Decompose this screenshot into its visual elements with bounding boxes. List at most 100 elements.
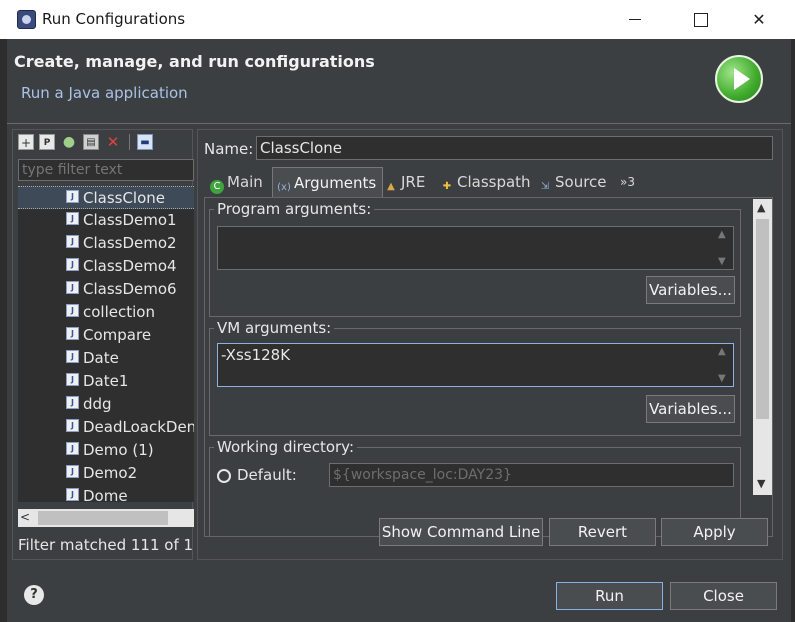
java-app-icon: J — [66, 488, 79, 501]
list-item-label: ClassDemo1 — [83, 211, 177, 229]
tab-more[interactable]: »3 — [620, 167, 635, 197]
list-item[interactable]: J DeadLoackDen — [18, 416, 194, 439]
tab-classpath[interactable]: ✚ Classpath — [440, 167, 531, 197]
eclipse-run-icon — [17, 10, 36, 29]
list-item[interactable]: J ClassDemo1 — [18, 209, 194, 232]
tab-vertical-scrollbar[interactable]: ▲ ▼ — [753, 199, 772, 495]
toolbar-separator — [129, 134, 130, 150]
list-item[interactable]: J Compare — [18, 324, 194, 347]
list-item[interactable]: J ddg — [18, 393, 194, 416]
scroll-down-icon[interactable]: ▼ — [718, 256, 726, 267]
tab-jre[interactable]: ▲ JRE — [384, 167, 425, 197]
maximize-button[interactable] — [677, 0, 723, 39]
show-command-line-button[interactable]: Show Command Line — [379, 518, 543, 546]
program-arguments-label: Program arguments: — [214, 200, 375, 218]
arguments-tab-content: Program arguments: ▲ ▼ Variables... VM a… — [204, 197, 773, 537]
default-radio[interactable] — [217, 469, 231, 483]
arguments-tab-icon: (x) — [277, 182, 291, 193]
minimize-button[interactable] — [612, 0, 658, 39]
working-directory-field[interactable]: ${workspace_loc:DAY23} — [329, 463, 734, 487]
background-strip-left — [0, 39, 7, 622]
dialog-header: Create, manage, and run configurations R… — [7, 39, 791, 123]
filter-input[interactable] — [18, 159, 194, 181]
tab-label: Source — [555, 173, 607, 191]
scroll-down-icon[interactable]: ▼ — [718, 373, 726, 384]
working-directory-label: Working directory: — [214, 438, 358, 456]
delete-icon[interactable]: ✕ — [105, 134, 121, 150]
scroll-left-icon[interactable]: < — [20, 510, 30, 524]
tab-source[interactable]: ⇲ Source — [538, 167, 607, 197]
scroll-up-icon[interactable]: ▲ — [718, 229, 726, 240]
scrollbar-thumb[interactable] — [756, 219, 769, 419]
java-app-icon: J — [66, 304, 79, 317]
list-item[interactable]: J Date1 — [18, 370, 194, 393]
tab-scroll-area: Program arguments: ▲ ▼ Variables... VM a… — [205, 198, 751, 536]
program-variables-button[interactable]: Variables... — [646, 276, 735, 304]
java-app-icon: J — [66, 419, 79, 432]
scroll-up-icon[interactable]: ▲ — [718, 346, 726, 357]
run-button[interactable]: Run — [556, 582, 663, 610]
jre-tab-icon: ▲ — [387, 181, 395, 192]
new-prototype-icon[interactable]: P — [39, 134, 55, 150]
list-item[interactable]: J Dome — [18, 485, 194, 502]
revert-button[interactable]: Revert — [549, 518, 656, 546]
java-app-icon: J — [66, 235, 79, 248]
header-divider — [7, 123, 791, 124]
list-item[interactable]: J Demo (1) — [18, 439, 194, 462]
scrollbar-thumb[interactable] — [38, 511, 168, 525]
java-app-icon: J — [66, 396, 79, 409]
list-item-label: collection — [83, 303, 155, 321]
list-item[interactable]: J ClassDemo2 — [18, 232, 194, 255]
source-tab-icon: ⇲ — [540, 181, 550, 192]
vm-variables-button[interactable]: Variables... — [646, 395, 735, 423]
list-item-label: Demo2 — [83, 464, 138, 482]
list-item-label: ClassDemo6 — [83, 280, 177, 298]
background-strip-right — [791, 39, 795, 622]
list-item-label: Date — [83, 349, 119, 367]
list-item[interactable]: J ClassDemo4 — [18, 255, 194, 278]
collapse-all-icon[interactable]: ▬ — [137, 134, 153, 150]
tab-arguments[interactable]: (x) Arguments — [272, 167, 384, 197]
apply-button[interactable]: Apply — [661, 518, 768, 546]
list-item-label: Dome — [83, 487, 128, 502]
java-app-icon: J — [66, 258, 79, 271]
main-tab-icon: C — [210, 180, 224, 194]
tab-label: Arguments — [294, 174, 377, 192]
program-arguments-group: Program arguments: ▲ ▼ Variables... — [209, 200, 741, 317]
close-window-button[interactable]: ✕ — [736, 0, 782, 39]
name-label: Name: — [204, 140, 254, 158]
help-icon[interactable]: ? — [24, 585, 44, 605]
program-arguments-field[interactable]: ▲ ▼ — [217, 226, 734, 270]
copy-icon[interactable]: ▤ — [83, 134, 99, 150]
java-app-icon: J — [66, 212, 79, 225]
header-title: Create, manage, and run configurations — [14, 52, 375, 71]
default-label: Default: — [237, 466, 297, 484]
list-item[interactable]: J Date — [18, 347, 194, 370]
list-item-label: Compare — [83, 326, 152, 344]
scroll-down-icon[interactable]: ▼ — [757, 477, 765, 490]
textarea-scrollbar[interactable]: ▲ ▼ — [713, 344, 733, 386]
tab-label: Classpath — [457, 173, 531, 191]
configuration-list-panel: + P ● ▤ ✕ ▬ J ClassClone J ClassDemo1 J … — [12, 129, 194, 560]
configuration-editor-panel: Name: CMain (x)Arguments ▲ JRE ✚ Classpath… — [197, 129, 783, 560]
list-horizontal-scrollbar[interactable]: < — [18, 509, 194, 527]
configuration-list: J ClassClone J ClassDemo1 J ClassDemo2 J… — [18, 186, 194, 502]
run-launch-icon — [715, 55, 763, 103]
close-button[interactable]: Close — [670, 582, 777, 610]
name-field[interactable] — [256, 136, 773, 160]
scroll-up-icon[interactable]: ▲ — [757, 201, 765, 214]
list-item[interactable]: J ClassDemo6 — [18, 278, 194, 301]
vm-arguments-field[interactable]: -Xss128K ▲ ▼ — [217, 343, 734, 387]
vm-arguments-group: VM arguments: -Xss128K ▲ ▼ Variables... — [209, 319, 741, 436]
new-config-icon[interactable]: + — [18, 134, 34, 150]
list-item-label: DeadLoackDen — [83, 418, 194, 436]
list-item[interactable]: J collection — [18, 301, 194, 324]
window-title: Run Configurations — [42, 10, 186, 28]
tab-main[interactable]: C Main — [210, 167, 263, 197]
textarea-scrollbar[interactable]: ▲ ▼ — [713, 227, 733, 269]
list-item[interactable]: J ClassClone — [18, 186, 194, 209]
list-item[interactable]: J Demo2 — [18, 462, 194, 485]
java-app-icon: J — [66, 190, 79, 203]
duplicate-icon[interactable]: ● — [61, 134, 77, 150]
list-item-label: ClassClone — [83, 189, 166, 207]
